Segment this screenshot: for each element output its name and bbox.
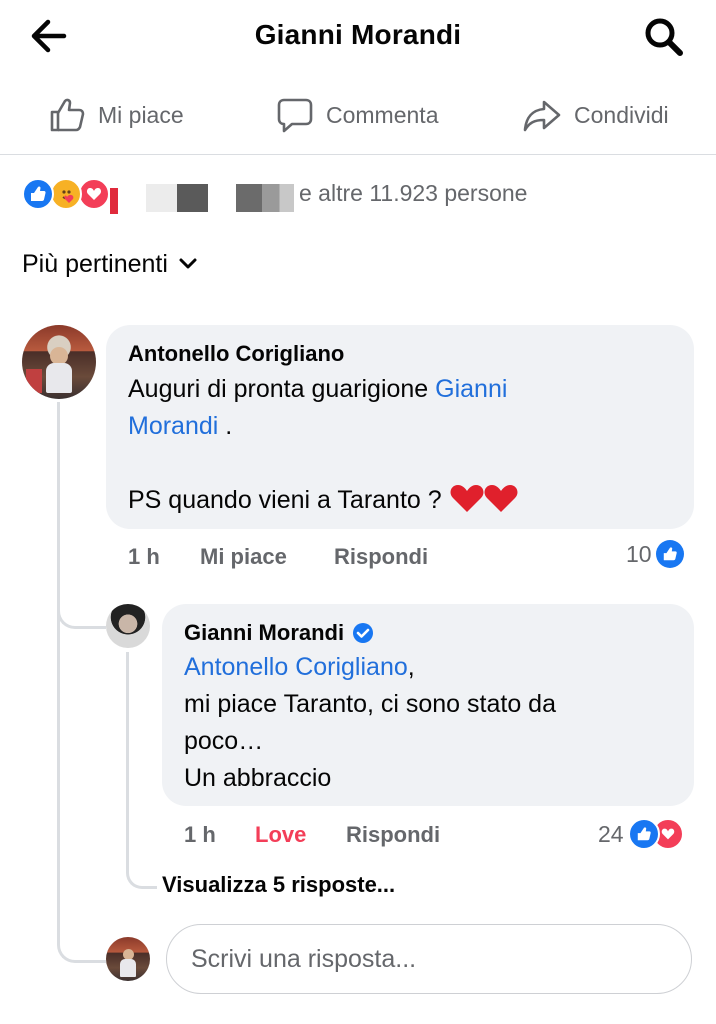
comment-button-label: Commenta [326, 101, 439, 128]
reactions-count-text: e altre 11.923 persone [299, 180, 528, 206]
sort-dropdown[interactable]: Più pertinenti [22, 246, 198, 282]
sort-label: Più pertinenti [22, 249, 168, 278]
thread-connector [126, 852, 157, 889]
avatar[interactable] [106, 604, 150, 648]
page-title: Gianni Morandi [254, 19, 462, 50]
avatar-detail [26, 369, 42, 393]
reply-input[interactable] [189, 943, 669, 975]
like-button-label: Mi piace [98, 101, 184, 128]
like-icon [627, 818, 660, 850]
thread-line [126, 652, 129, 862]
search-icon [645, 18, 683, 56]
reply-text-part: Un abbraccio [184, 764, 332, 792]
reply-author[interactable]: Gianni Morandi [184, 620, 344, 646]
avatar-body [46, 363, 72, 393]
reply-text-part: mi piace Taranto, ci sono stato da [184, 690, 556, 718]
comment-time: 1 h [128, 544, 160, 569]
reply-text: Antonello Corigliano, mi piace Taranto, … [184, 649, 684, 797]
reply-text-part: , [407, 653, 415, 681]
thread-line [57, 626, 60, 926]
reply-love-button[interactable]: Love [255, 822, 306, 848]
reply-reaction-count: 24 [598, 820, 624, 847]
comment-reaction-count: 10 [626, 540, 652, 567]
verified-badge-icon [353, 623, 374, 643]
reply-bubble: Gianni Morandi Antonello Corigliano, mi … [162, 604, 694, 806]
love-icon [78, 178, 110, 210]
comment-text-part: . [218, 412, 233, 440]
reply-time: 1 h [184, 822, 216, 847]
like-icon [22, 178, 54, 210]
like-icon [655, 540, 684, 568]
avatar[interactable] [22, 325, 96, 399]
share-button[interactable]: Condividi [522, 90, 669, 140]
reply-reactions[interactable]: 24 [598, 818, 684, 850]
view-replies-link[interactable]: Visualizza 5 risposte... [162, 872, 395, 898]
comment-text: Auguri di pronta guarigione Gianni Moran… [128, 371, 688, 519]
comment-like-button[interactable]: Mi piace [200, 544, 287, 570]
search-button[interactable] [638, 12, 690, 60]
top-bar: Gianni Morandi [0, 0, 716, 72]
love-icon-edge [110, 188, 118, 214]
like-button[interactable]: Mi piace [48, 90, 184, 140]
reply-text-part: poco… [184, 727, 264, 755]
reply-input-box[interactable] [166, 924, 692, 994]
comment-bubble: Antonello Corigliano Auguri di pronta gu… [106, 325, 694, 529]
reactions-summary[interactable]: e altre 11.923 persone [22, 172, 702, 216]
care-icon [50, 178, 82, 210]
heart-emoji [449, 485, 519, 514]
comment-reactions[interactable]: 10 [626, 540, 684, 568]
redacted-name [236, 184, 294, 212]
reply-reply-button[interactable]: Rispondi [346, 822, 440, 848]
comment-text-part: PS quando vieni a Taranto ? [128, 486, 449, 514]
comment-author[interactable]: Antonello Corigliano [128, 341, 344, 367]
mention-link[interactable]: Gianni [435, 375, 507, 403]
thumbs-up-icon [50, 98, 85, 132]
comment-reply-button[interactable]: Rispondi [334, 544, 428, 570]
chevron-down-icon [179, 258, 197, 269]
reply-author-row: Gianni Morandi [184, 620, 374, 646]
post-action-bar: Mi piace Commenta Condividi [0, 80, 716, 155]
mention-link[interactable]: Morandi [128, 412, 218, 440]
share-button-label: Condividi [574, 101, 669, 128]
avatar-body [120, 959, 136, 977]
thread-connector [57, 590, 106, 629]
mention-link[interactable]: Antonello Corigliano [184, 653, 408, 681]
comment-text-part: Auguri di pronta guarigione [128, 375, 436, 403]
speech-bubble-icon [277, 98, 313, 133]
redacted-name [146, 184, 208, 212]
avatar [106, 937, 150, 981]
share-arrow-icon [523, 100, 561, 132]
thread-connector [57, 920, 106, 963]
comment-button[interactable]: Commenta [276, 90, 438, 140]
